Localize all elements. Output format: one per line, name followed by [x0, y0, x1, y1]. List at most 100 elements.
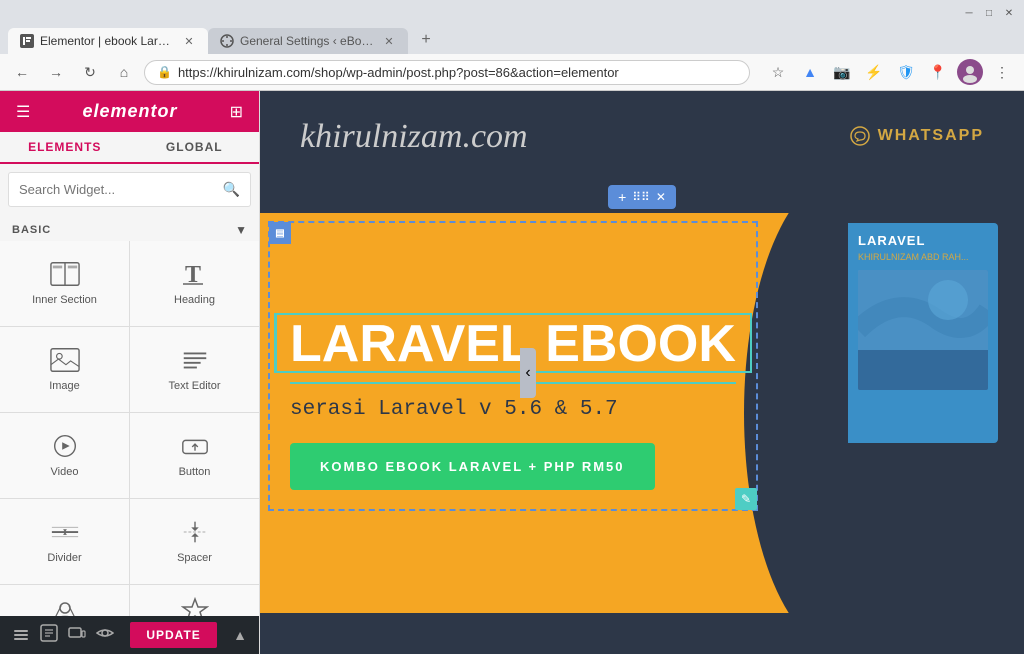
- toolbar-add-icon[interactable]: +: [618, 189, 626, 205]
- refresh-button[interactable]: ↻: [76, 58, 104, 86]
- minimize-button[interactable]: ─: [962, 6, 976, 20]
- toolbar-close-icon[interactable]: ✕: [656, 190, 666, 204]
- url-bar[interactable]: 🔒 https://khirulnizam.com/shop/wp-admin/…: [144, 60, 750, 85]
- svg-text:khirulnizam.com: khirulnizam.com: [300, 118, 528, 155]
- spacer-icon: [180, 520, 210, 544]
- tab-elementor[interactable]: Elementor | ebook Laravel ✕: [8, 28, 208, 54]
- star-icon[interactable]: ☆: [764, 58, 792, 86]
- tab-global[interactable]: GLOBAL: [130, 132, 260, 162]
- address-bar: ← → ↻ ⌂ 🔒 https://khirulnizam.com/shop/w…: [0, 54, 1024, 91]
- elementor-logo: elementor: [82, 101, 177, 122]
- lock-icon: 🔒: [157, 65, 172, 79]
- toolbar-move-icon[interactable]: ⠿⠿: [632, 190, 650, 204]
- extension-icon[interactable]: ⚡: [860, 58, 888, 86]
- widget-label-text-editor: Text Editor: [169, 380, 221, 392]
- widget-google-maps[interactable]: Google Maps: [0, 585, 129, 616]
- hero-title[interactable]: LARAVEL EBOOK: [290, 317, 736, 384]
- book-author: KHIRULNIZAM ABD RAH...: [858, 252, 988, 262]
- forward-button[interactable]: →: [42, 58, 70, 86]
- title-bar: ─ □ ✕: [0, 0, 1024, 26]
- section-toolbar[interactable]: + ⠿⠿ ✕: [608, 185, 676, 209]
- new-tab-button[interactable]: +: [412, 26, 440, 54]
- heading-icon: T: [180, 262, 210, 286]
- sidebar-bottom: UPDATE ▲: [0, 616, 259, 654]
- main-layout: ☰ elementor ⊞ ELEMENTS GLOBAL 🔍 BASIC ▼: [0, 91, 1024, 654]
- tab-title-2: General Settings ‹ eBook Laravel: [240, 34, 376, 48]
- collapse-toggle-icon[interactable]: ▲: [233, 627, 247, 643]
- drive-icon[interactable]: ▲: [796, 58, 824, 86]
- tab-elements[interactable]: ELEMENTS: [0, 132, 130, 164]
- maximize-button[interactable]: □: [982, 6, 996, 20]
- layers-icon[interactable]: [12, 624, 30, 647]
- profile-circle: [957, 59, 983, 85]
- button-icon: [180, 434, 210, 458]
- hero-section: ▤ ✎ LARAVEL EBOOK serasi Laravel v 5.6 &…: [260, 213, 1024, 613]
- back-button[interactable]: ←: [8, 58, 36, 86]
- collapse-panel-handle[interactable]: ‹: [520, 348, 536, 398]
- whatsapp-label: WHATSAPP: [878, 127, 984, 145]
- address-icons: ☆ ▲ 📷 ⚡ 🛡 📍 ⋮: [764, 58, 1016, 86]
- maps-pin-icon[interactable]: 📍: [924, 58, 952, 86]
- url-text: https://khirulnizam.com/shop/wp-admin/po…: [178, 65, 737, 80]
- menu-dots-icon[interactable]: ⋮: [988, 58, 1016, 86]
- widget-label-spacer: Spacer: [177, 552, 212, 564]
- video-icon: [50, 434, 80, 458]
- widget-label-heading: Heading: [174, 294, 215, 306]
- section-header: BASIC ▼: [0, 215, 259, 241]
- widget-label-divider: Divider: [47, 552, 81, 564]
- widget-button[interactable]: Button: [130, 413, 259, 498]
- update-button[interactable]: UPDATE: [130, 622, 216, 648]
- tab-close-2[interactable]: ✕: [382, 34, 396, 48]
- widget-spacer[interactable]: Spacer: [130, 499, 259, 584]
- whatsapp-contact: WHATSAPP: [850, 126, 984, 146]
- tab-title-1: Elementor | ebook Laravel: [40, 34, 176, 48]
- widget-label-button: Button: [179, 466, 211, 478]
- inner-section-icon: [50, 262, 80, 286]
- grid-icon[interactable]: ⊞: [230, 102, 243, 122]
- eye-icon[interactable]: [96, 624, 114, 647]
- browser-chrome: ─ □ ✕ Elementor | ebook Laravel ✕ Genera…: [0, 0, 1024, 91]
- tab-settings[interactable]: General Settings ‹ eBook Laravel ✕: [208, 28, 408, 54]
- section-label: BASIC: [12, 224, 51, 236]
- book-content: LARAVEL KHIRULNIZAM ABD RAH...: [848, 223, 998, 400]
- profile-avatar[interactable]: [956, 58, 984, 86]
- hamburger-icon[interactable]: ☰: [16, 102, 30, 122]
- book-title-text: LARAVEL: [858, 233, 988, 248]
- hero-cta-button[interactable]: KOMBO EBOOK LARAVEL + PHP RM50: [290, 443, 655, 490]
- sidebar-tabs: ELEMENTS GLOBAL: [0, 132, 259, 164]
- search-box[interactable]: 🔍: [8, 172, 251, 207]
- site-logo: khirulnizam.com: [300, 107, 580, 165]
- widget-text-editor[interactable]: Text Editor: [130, 327, 259, 412]
- text-editor-icon: [180, 348, 210, 372]
- section-toggle-icon[interactable]: ▼: [235, 223, 247, 237]
- canvas-area: ‹ khirulnizam.com WHATSAPP: [260, 91, 1024, 654]
- shield-icon[interactable]: 🛡: [892, 58, 920, 86]
- responsive-icon[interactable]: [68, 624, 86, 647]
- widget-image[interactable]: Image: [0, 327, 129, 412]
- camera-icon[interactable]: 📷: [828, 58, 856, 86]
- search-input[interactable]: [19, 182, 223, 197]
- window-controls[interactable]: ─ □ ✕: [962, 6, 1016, 20]
- widget-divider[interactable]: Divider: [0, 499, 129, 584]
- book-container: LARAVEL KHIRULNIZAM ABD RAH...: [834, 223, 1014, 443]
- widget-label-image: Image: [49, 380, 80, 392]
- website-preview: khirulnizam.com WHATSAPP + ⠿⠿ ✕: [260, 91, 1024, 654]
- maps-icon: [50, 598, 80, 616]
- home-button[interactable]: ⌂: [110, 58, 138, 86]
- widget-video[interactable]: Video: [0, 413, 129, 498]
- widget-label-video: Video: [51, 466, 79, 478]
- star-icon: [180, 598, 210, 616]
- widgets-grid: Inner Section T Heading Image: [0, 241, 259, 616]
- site-nav: khirulnizam.com WHATSAPP: [260, 91, 1024, 181]
- tab-favicon-2: [220, 34, 234, 48]
- tab-close-1[interactable]: ✕: [182, 34, 196, 48]
- close-button[interactable]: ✕: [1002, 6, 1016, 20]
- image-icon: [50, 348, 80, 372]
- list-icon[interactable]: [40, 624, 58, 647]
- canvas-scroll[interactable]: khirulnizam.com WHATSAPP + ⠿⠿ ✕: [260, 91, 1024, 654]
- widget-heading[interactable]: T Heading: [130, 241, 259, 326]
- book-image-area: [858, 270, 988, 390]
- widget-icon[interactable]: Icon: [130, 585, 259, 616]
- tab-favicon-1: [20, 34, 34, 48]
- widget-inner-section[interactable]: Inner Section: [0, 241, 129, 326]
